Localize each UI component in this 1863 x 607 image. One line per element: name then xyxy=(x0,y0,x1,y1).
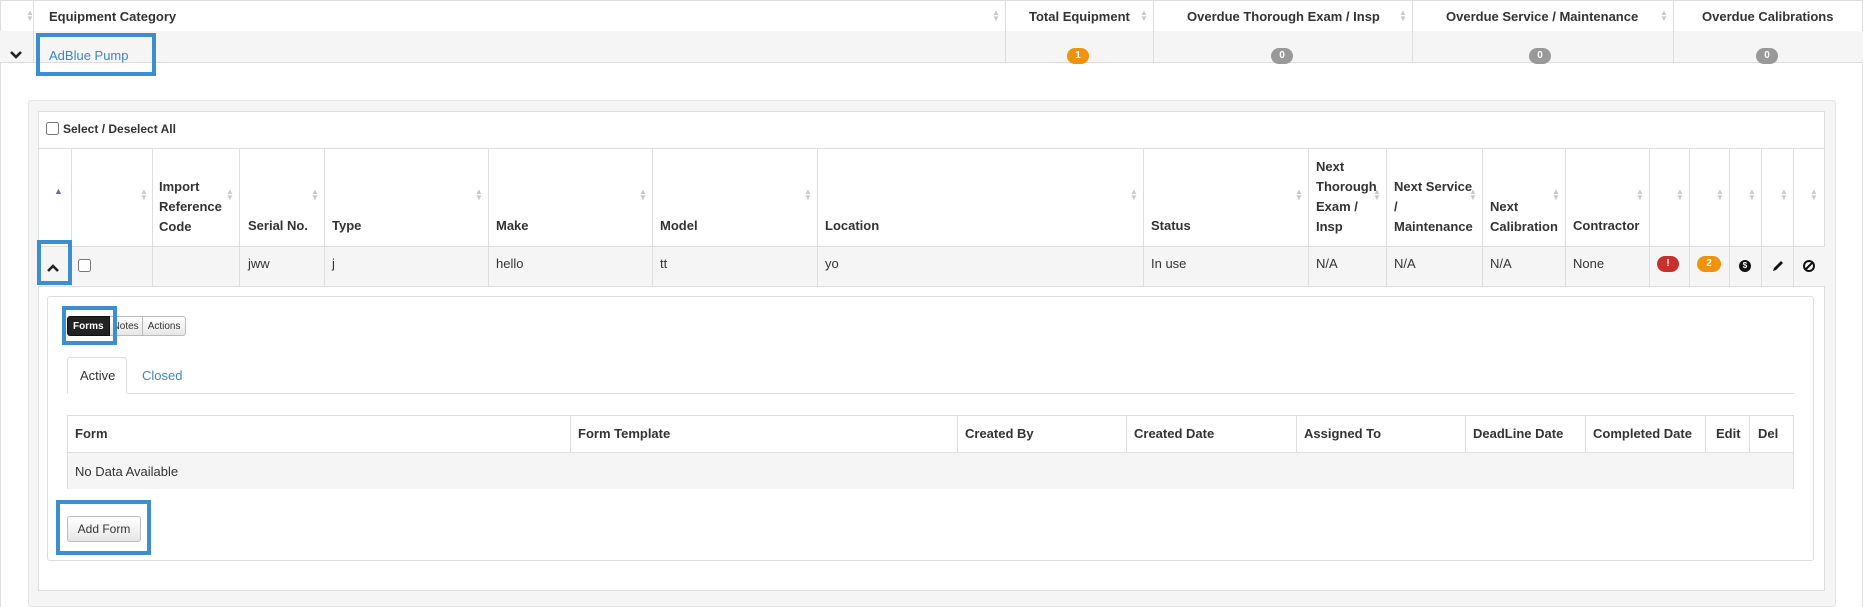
forms-header-created-by[interactable]: Created By xyxy=(965,426,1034,441)
forms-header-template[interactable]: Form Template xyxy=(578,426,670,441)
overdue-service-badge: 0 xyxy=(1529,48,1551,64)
overdue-calibrations-badge: 0 xyxy=(1756,48,1778,64)
cell-type: j xyxy=(332,256,335,271)
sort-icon[interactable]: ▲ ▼ xyxy=(1399,9,1407,23)
header-import-ref[interactable]: Import Reference Code xyxy=(159,177,231,237)
cell-next-service: N/A xyxy=(1394,256,1416,271)
sort-icon[interactable]: ▲ ▼ xyxy=(226,188,234,202)
header-equipment-category[interactable]: Equipment Category xyxy=(49,9,176,24)
sort-icon[interactable]: ▲ ▼ xyxy=(1716,188,1724,202)
sort-icon[interactable]: ▲ ▼ xyxy=(1140,9,1148,23)
sort-icon[interactable]: ▲ ▼ xyxy=(639,188,647,202)
header-next-service[interactable]: Next Service / Maintenance xyxy=(1394,177,1476,237)
forms-header-del[interactable]: Del xyxy=(1758,426,1778,441)
sort-icon[interactable]: ▲ ▼ xyxy=(1552,188,1560,202)
chevron-down-icon[interactable] xyxy=(10,48,22,60)
cell-make: hello xyxy=(496,256,524,271)
no-data-message: No Data Available xyxy=(75,464,179,479)
sort-icon[interactable]: ▲ ▼ xyxy=(1469,188,1477,202)
forms-table: Form Form Template Created By Created Da… xyxy=(67,415,1794,489)
header-next-calibration[interactable]: Next Calibration xyxy=(1490,197,1562,237)
header-status[interactable]: Status xyxy=(1151,218,1191,233)
row-checkbox[interactable] xyxy=(78,259,91,272)
actions-button[interactable]: Actions xyxy=(142,316,187,336)
tab-closed[interactable]: Closed xyxy=(142,368,182,383)
sort-icon[interactable]: ▲ ▼ xyxy=(1130,188,1138,202)
forms-header-assigned-to[interactable]: Assigned To xyxy=(1304,426,1381,441)
sort-icon[interactable]: ▲ ▼ xyxy=(1660,9,1668,23)
sort-icon[interactable]: ▲ ▼ xyxy=(992,9,1000,23)
sort-icon[interactable]: ▲ ▼ xyxy=(1676,188,1684,202)
cell-next-exam: N/A xyxy=(1316,256,1338,271)
cell-next-calibration: N/A xyxy=(1490,256,1512,271)
notes-button[interactable]: Notes xyxy=(109,316,143,336)
ban-icon[interactable] xyxy=(1802,259,1816,273)
sort-asc-icon[interactable]: ▲ xyxy=(54,186,63,196)
header-serial-no[interactable]: Serial No. xyxy=(248,218,308,233)
cell-model: tt xyxy=(660,256,668,271)
forms-header-created-date[interactable]: Created Date xyxy=(1134,426,1214,441)
sort-icon[interactable]: ▲ ▼ xyxy=(1636,188,1644,202)
header-model[interactable]: Model xyxy=(660,218,698,233)
header-next-exam[interactable]: Next Thorough Exam / Insp xyxy=(1316,157,1380,237)
sort-icon[interactable]: ▲ ▼ xyxy=(475,188,483,202)
select-all-label: Select / Deselect All xyxy=(63,122,176,136)
forms-header-completed[interactable]: Completed Date xyxy=(1593,426,1692,441)
category-link[interactable]: AdBlue Pump xyxy=(49,48,129,63)
tab-active-label: Active xyxy=(80,368,116,383)
overdue-exam-badge: 0 xyxy=(1271,48,1293,64)
header-type[interactable]: Type xyxy=(332,218,361,233)
sort-icon[interactable]: ▲ ▼ xyxy=(26,9,34,23)
header-total-equipment[interactable]: Total Equipment xyxy=(1029,9,1130,24)
add-form-button[interactable]: Add Form xyxy=(67,516,141,542)
tab-active[interactable]: Active xyxy=(67,357,127,394)
header-overdue-service[interactable]: Overdue Service / Maintenance xyxy=(1446,9,1638,24)
header-contractor[interactable]: Contractor xyxy=(1573,218,1639,233)
sort-icon[interactable]: ▲ ▼ xyxy=(1295,188,1303,202)
sort-icon[interactable]: ▲ ▼ xyxy=(140,188,148,202)
total-equipment-badge: 1 xyxy=(1067,48,1089,64)
header-make[interactable]: Make xyxy=(496,218,529,233)
view-button-group: Forms Notes Actions xyxy=(67,316,187,336)
cell-status: In use xyxy=(1151,256,1187,271)
info-icon[interactable]: $ xyxy=(1739,260,1751,272)
header-overdue-calibrations[interactable]: Overdue Calibrations xyxy=(1702,9,1833,24)
sort-icon[interactable]: ▲ ▼ xyxy=(804,188,812,202)
forms-button[interactable]: Forms xyxy=(67,316,110,336)
cell-location: yo xyxy=(825,256,839,271)
sort-icon[interactable]: ▲ ▼ xyxy=(1780,188,1788,202)
cell-contractor: None xyxy=(1573,256,1605,271)
chevron-up-icon[interactable] xyxy=(47,261,59,272)
forms-header-deadline[interactable]: DeadLine Date xyxy=(1473,426,1563,441)
header-location[interactable]: Location xyxy=(825,218,879,233)
forms-header-edit[interactable]: Edit xyxy=(1716,426,1741,441)
count-badge[interactable]: 2 xyxy=(1697,256,1721,272)
header-overdue-exam[interactable]: Overdue Thorough Exam / Insp xyxy=(1187,9,1380,24)
sort-icon[interactable]: ▲ ▼ xyxy=(311,188,319,202)
edit-pencil-icon[interactable] xyxy=(1771,259,1785,273)
sort-icon[interactable]: ▲ ▼ xyxy=(1810,188,1818,202)
select-all-checkbox[interactable] xyxy=(46,122,59,135)
cell-serial: jww xyxy=(248,256,270,271)
sort-icon[interactable]: ▲ ▼ xyxy=(1748,188,1756,202)
sort-icon[interactable]: ▲ ▼ xyxy=(1373,188,1381,202)
forms-header-form[interactable]: Form xyxy=(75,426,108,441)
outer-table: ▲ ▼ Equipment Category ▲ ▼ Total Equipment… xyxy=(0,0,1863,64)
alert-badge[interactable]: ! xyxy=(1657,256,1679,272)
